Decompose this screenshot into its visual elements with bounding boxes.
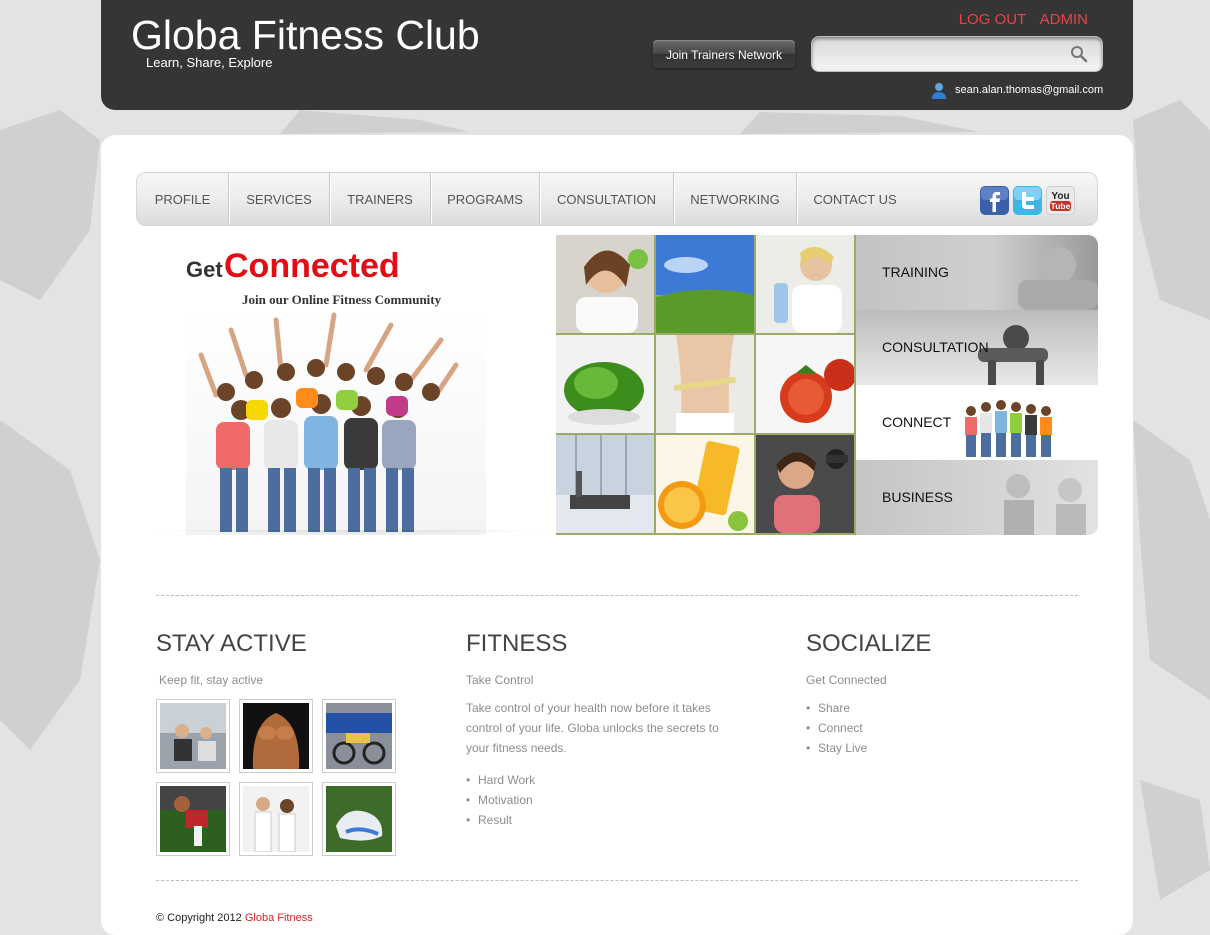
admin-link[interactable]: ADMIN [1040,11,1088,28]
list-item: Motivation [466,790,535,810]
list-item: Result [466,810,535,830]
side-item-connect[interactable]: CONNECT [856,385,1098,460]
side-label-business: BUSINESS [882,489,953,505]
thumb-running-shoe[interactable] [322,782,396,856]
fitness-title: FITNESS [466,630,568,657]
nav-item-programs[interactable]: PROGRAMS [431,173,540,225]
woman-water-photo[interactable] [756,235,854,333]
fitness-subtitle: Take Control [466,673,534,687]
banner-promo[interactable]: Get Connected Join our Online Fitness Co… [136,235,496,537]
field-sky-photo[interactable] [656,235,754,333]
user-icon [932,83,946,99]
thumb-couple[interactable] [239,782,313,856]
side-label-training: TRAINING [882,264,949,280]
user-email[interactable]: sean.alan.thomas@gmail.com [955,84,1103,96]
top-links: LOG OUT ADMIN [950,11,1088,29]
thumb-trainer[interactable] [156,699,230,773]
side-item-consultation[interactable]: CONSULTATION [856,310,1098,385]
join-trainers-network-button[interactable]: Join Trainers Network [653,40,795,68]
search-box [811,36,1103,72]
side-menu: TRAINING CONSULTATION CONNECT BUSINESS [856,235,1098,535]
logout-link[interactable]: LOG OUT [959,11,1027,28]
section-divider-top [156,595,1078,596]
banner-connected-title: Connected [224,247,400,285]
banner-get: Get [186,257,223,282]
list-item: Hard Work [466,770,535,790]
group-photo [186,310,486,535]
main-nav: PROFILE SERVICES TRAINERS PROGRAMS CONSU… [136,172,1098,226]
woman-apple-photo[interactable] [556,235,654,333]
socialize-list: Share Connect Stay Live [806,698,867,758]
youtube-icon[interactable]: You Tube [1046,186,1075,215]
thumb-cycling[interactable] [322,699,396,773]
nav-item-trainers[interactable]: TRAINERS [330,173,431,225]
content-panel: PROFILE SERVICES TRAINERS PROGRAMS CONSU… [101,135,1133,935]
stay-active-title: STAY ACTIVE [156,630,307,657]
side-item-training[interactable]: TRAINING [856,235,1098,310]
fitness-paragraph: Take control of your health now before i… [466,701,719,755]
nav-item-consultation[interactable]: CONSULTATION [540,173,674,225]
nav-item-networking[interactable]: NETWORKING [674,173,797,225]
search-input[interactable] [822,43,1056,67]
socialize-subtitle: Get Connected [806,673,887,687]
photo-grid [556,235,856,535]
side-label-connect: CONNECT [882,414,952,430]
tomato-photo[interactable] [756,335,854,433]
footer-copyright: © Copyright 2012 Globa Fitness [156,912,313,924]
list-item[interactable]: Stay Live [806,738,867,758]
svg-text:Tube: Tube [1051,201,1071,211]
copyright-brand-link[interactable]: Globa Fitness [245,912,313,924]
site-header: Globa Fitness Club Learn, Share, Explore… [101,0,1133,110]
connect-group-photo [965,400,1052,457]
list-item[interactable]: Share [806,698,867,718]
banner-subtitle: Join our Online Fitness Community [242,292,442,307]
search-icon[interactable] [1070,45,1088,63]
thumb-football[interactable] [156,782,230,856]
woman-gym-photo[interactable] [756,435,854,533]
fitness-list: Hard Work Motivation Result [466,770,535,830]
lettuce-photo[interactable] [556,335,654,433]
nav-item-profile[interactable]: PROFILE [137,173,229,225]
nav-item-services[interactable]: SERVICES [229,173,330,225]
side-item-business[interactable]: BUSINESS [856,460,1098,535]
side-label-consultation: CONSULTATION [882,339,989,355]
copyright-text: © Copyright 2012 [156,912,242,924]
socialize-title: SOCIALIZE [806,630,932,657]
stay-active-subtitle: Keep fit, stay active [159,673,264,687]
waist-measure-photo[interactable] [656,335,754,433]
facebook-icon[interactable] [980,186,1009,215]
nav-item-contact-us[interactable]: CONTACT US [797,173,913,225]
treadmill-photo[interactable] [556,435,654,533]
section-divider-bottom [156,880,1078,881]
site-tagline: Learn, Share, Explore [146,55,273,70]
twitter-icon[interactable] [1013,186,1042,215]
training-photo [1018,247,1098,310]
thumb-muscles[interactable] [239,699,313,773]
orange-juice-photo[interactable] [656,435,754,533]
list-item[interactable]: Connect [806,718,867,738]
business-photo [1004,474,1086,535]
site-title[interactable]: Globa Fitness Club [131,12,480,59]
